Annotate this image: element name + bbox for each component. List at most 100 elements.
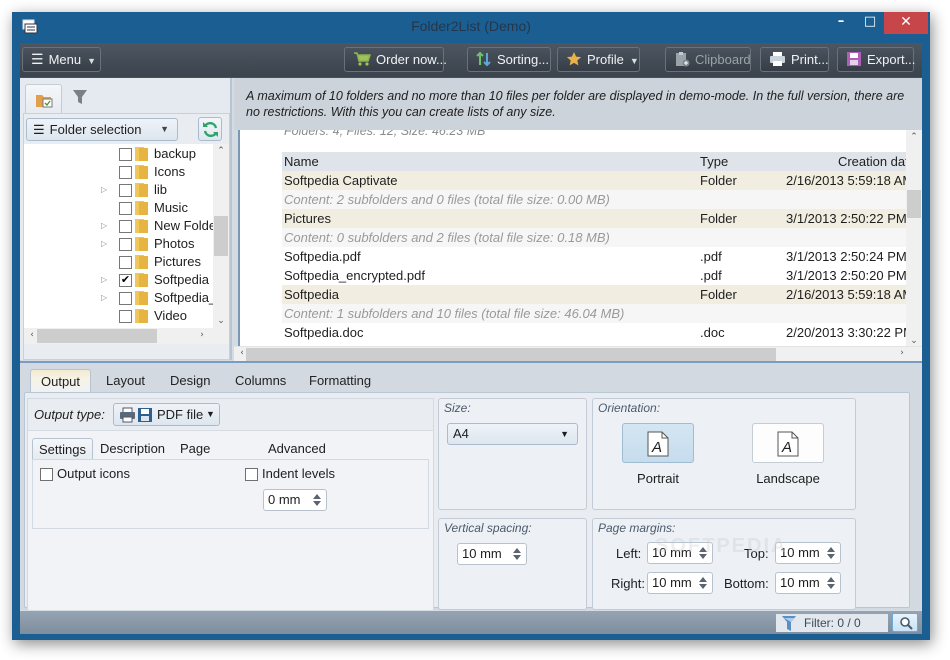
tree-item[interactable]: ▷ Photos [24,235,213,253]
scroll-up-icon[interactable]: ⌃ [906,132,922,142]
tree-item[interactable]: Music [24,199,213,217]
portrait-button[interactable]: A [622,423,694,463]
subtab-advanced[interactable]: Advanced [262,438,332,460]
portrait-label: Portrait [637,471,679,486]
filter-status[interactable]: Filter: 0 / 0 [776,614,888,632]
folder-checkbox[interactable] [119,310,132,323]
folder-checkbox[interactable] [119,184,132,197]
hamburger-icon: ☰ [31,51,44,68]
floppy-disk-icon [847,52,861,67]
expand-arrow-icon[interactable]: ▷ [101,217,107,235]
refresh-button[interactable] [198,117,222,141]
tree-item[interactable]: Video [24,307,213,325]
scroll-up-icon[interactable]: ⌃ [213,146,229,156]
bottom-margin-spinner[interactable]: 10 mm [775,572,841,594]
column-header-type[interactable]: Type [700,152,728,171]
subtab-description[interactable]: Description [94,438,171,460]
indent-levels-spinner[interactable]: 0 mm [263,489,327,511]
folder-checkbox[interactable] [119,292,132,305]
scrollbar-thumb[interactable] [37,329,157,343]
tab-design[interactable]: Design [160,369,220,393]
filter-tab[interactable] [72,88,96,112]
tab-columns[interactable]: Columns [225,369,296,393]
minimize-button[interactable]: – [829,12,853,34]
export-button[interactable]: Export... [837,47,915,72]
output-type-dropdown[interactable]: PDF file ▼ [113,403,220,426]
vertical-spacing-spinner[interactable]: 10 mm [457,543,527,565]
scrollbar-thumb[interactable] [907,190,921,218]
column-header-name[interactable]: Name [284,152,319,171]
subtab-settings[interactable]: Settings [32,438,93,460]
tree-horizontal-scrollbar[interactable]: ‹ › [24,328,229,344]
spinner-arrows-icon[interactable] [826,575,836,591]
table-row[interactable]: Pictures Folder 3/1/2013 2:50:22 PM [282,209,906,228]
scrollbar-thumb[interactable] [246,348,776,362]
spinner-arrows-icon[interactable] [512,546,522,562]
tree-item[interactable]: ▷ Softpedia_ [24,289,213,307]
spinner-arrows-icon[interactable] [312,492,322,508]
right-margin-spinner[interactable]: 10 mm [647,572,713,594]
menu-button[interactable]: ☰ Menu ▼ [22,47,101,72]
spinner-arrows-icon[interactable] [698,575,708,591]
page-size-dropdown[interactable]: A4 ▼ [447,423,578,445]
tree-item[interactable]: backup [24,145,213,163]
scrollbar-thumb[interactable] [214,216,228,256]
search-button[interactable] [892,613,918,632]
vertical-spacing-value: 10 mm [462,546,502,561]
table-row[interactable]: Softpedia Captivate Folder 2/16/2013 5:59:… [282,171,906,190]
table-row[interactable]: Softpedia_encrypted.pdf .pdf 3/1/2013 2:50… [282,266,906,285]
tree-item[interactable]: ▷ ✔ Softpedia Captivate [24,271,213,289]
maximize-button[interactable]: □ [858,12,882,34]
scroll-right-icon[interactable]: › [894,348,910,358]
profile-button[interactable]: Profile ▼ [557,47,640,72]
page-a-icon: A [647,431,669,457]
folder-checkbox[interactable] [119,238,132,251]
folder-checkbox[interactable]: ✔ [119,274,132,287]
folder-checkbox[interactable] [119,202,132,215]
left-margin-spinner[interactable]: 10 mm [647,542,713,564]
table-row[interactable]: Softpedia.pdf .pdf 3/1/2013 2:50:24 PM [282,247,906,266]
tree-vertical-scrollbar[interactable]: ⌃ ⌄ [213,144,229,328]
tree-item[interactable]: Icons [24,163,213,181]
tree-item[interactable]: ▷ lib [24,181,213,199]
list-horizontal-scrollbar[interactable]: ‹ › [234,346,922,362]
list-vertical-scrollbar[interactable]: ⌃ ⌄ [906,130,922,348]
folder-checkbox[interactable] [119,166,132,179]
print-button[interactable]: Print... [760,47,829,72]
indent-levels-checkbox[interactable] [245,468,258,481]
folder-checkbox[interactable] [119,148,132,161]
table-row[interactable]: Softpedia.doc .doc 2/20/2013 3:30:22 PM [282,323,906,342]
landscape-button[interactable]: A [752,423,824,463]
subtab-page-display[interactable]: Page display [174,438,226,478]
top-margin-spinner[interactable]: 10 mm [775,542,841,564]
clipboard-button[interactable]: Clipboard [665,47,751,72]
sorting-button[interactable]: Sorting... [467,47,551,72]
bottom-margin-label: Bottom: [724,576,769,591]
folder-selection-dropdown[interactable]: ☰ Folder selection ▼ [26,118,178,141]
scroll-down-icon[interactable]: ⌄ [213,316,229,326]
tab-layout[interactable]: Layout [96,369,155,393]
scroll-right-icon[interactable]: › [194,330,210,340]
expand-arrow-icon[interactable]: ▷ [101,271,107,289]
tree-item[interactable]: ▷ New Folder [24,217,213,235]
spinner-arrows-icon[interactable] [698,545,708,561]
close-button[interactable]: ✕ [884,12,928,34]
tab-output[interactable]: Output [30,369,92,393]
tab-formatting[interactable]: Formatting [299,369,381,393]
output-type-label: Output type: [34,407,105,422]
expand-arrow-icon[interactable]: ▷ [101,289,107,307]
folder-checkbox[interactable] [119,256,132,269]
order-now-button[interactable]: Order now... [344,47,447,72]
column-header-creation-date[interactable]: Creation date [796,152,906,171]
toolbar: ☰ Menu ▼ Order now... Sorting... Profile ▼ … [20,43,922,77]
expand-arrow-icon[interactable]: ▷ [101,181,107,199]
cell-date: 2/16/2013 5:59:18 AM [786,173,906,188]
spinner-arrows-icon[interactable] [826,545,836,561]
scroll-down-icon[interactable]: ⌄ [906,336,922,346]
tree-item[interactable]: Pictures [24,253,213,271]
folder-checkbox[interactable] [119,220,132,233]
table-row[interactable]: Softpedia Folder 2/16/2013 5:59:18 AM [282,285,906,304]
expand-arrow-icon[interactable]: ▷ [101,235,107,253]
folder-selection-tab[interactable] [25,84,62,114]
output-icons-checkbox[interactable] [40,468,53,481]
